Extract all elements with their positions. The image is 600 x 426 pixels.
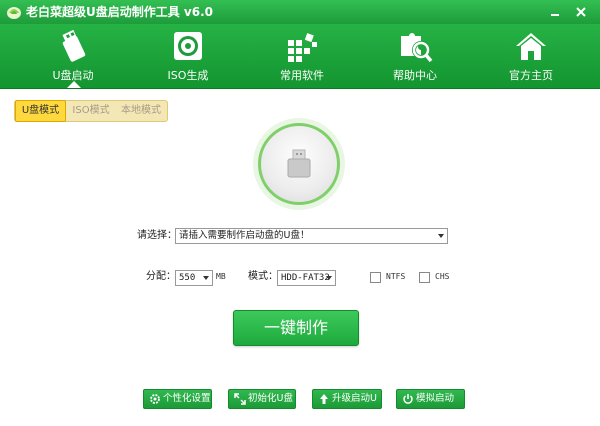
footer-button-label: 模拟启动 <box>416 393 455 404</box>
mode-label: 模式： <box>248 271 278 282</box>
upgrade-arrow-icon <box>318 393 330 405</box>
device-select[interactable]: 请插入需要制作启动盘的U盘！ <box>175 228 448 244</box>
active-pointer <box>67 81 81 88</box>
partition-size-select[interactable]: 550 <box>175 270 213 286</box>
cabbage-logo-icon <box>6 4 22 20</box>
simulate-boot-button[interactable]: 模拟启动 <box>396 389 465 409</box>
main-nav: U盘启动 ISO生成 常用软件 帮助中心 官方主页 <box>0 24 600 89</box>
power-icon <box>402 393 414 405</box>
boot-mode-select[interactable]: HDD-FAT32 <box>277 270 336 286</box>
nav-label: 常用软件 <box>280 69 324 82</box>
usb-status-disc <box>258 123 340 205</box>
chevron-down-icon <box>203 276 209 280</box>
gear-icon <box>149 393 161 405</box>
expand-arrows-icon <box>234 393 246 405</box>
close-button[interactable] <box>572 4 590 20</box>
nav-label: ISO生成 <box>167 69 209 82</box>
nav-help-center[interactable]: 帮助中心 <box>370 24 460 88</box>
nav-usb-boot[interactable]: U盘启动 <box>28 24 118 88</box>
chs-checkbox[interactable] <box>419 272 430 283</box>
one-click-make-button[interactable]: 一键制作 <box>233 310 359 346</box>
tab-iso-mode[interactable]: ISO模式 <box>67 101 115 121</box>
puzzle-search-icon <box>397 28 433 64</box>
apps-grid-icon <box>284 28 320 64</box>
partition-label: 分配： <box>146 271 176 282</box>
footer-button-label: 初始化U盘 <box>248 393 293 404</box>
footer-button-label: 个性化设置 <box>163 393 211 404</box>
ntfs-checkbox-label: NTFS <box>386 272 406 281</box>
tab-usb-mode[interactable]: U盘模式 <box>15 100 66 122</box>
minimize-button[interactable] <box>546 4 564 20</box>
disc-icon <box>170 28 206 64</box>
chevron-down-icon <box>326 276 332 280</box>
window-title: 老白菜超级U盘启动制作工具 v6.0 <box>26 5 214 19</box>
title-bar: 老白菜超级U盘启动制作工具 v6.0 <box>0 0 600 24</box>
nav-label: 官方主页 <box>509 69 553 82</box>
nav-official-home[interactable]: 官方主页 <box>486 24 576 88</box>
nav-label: 帮助中心 <box>393 69 437 82</box>
device-select-label: 请选择： <box>137 230 177 241</box>
usb-drive-icon <box>55 28 91 64</box>
app-window: 老白菜超级U盘启动制作工具 v6.0 U盘启动 ISO生成 常用软件 帮助中心 … <box>0 0 600 424</box>
nav-common-software[interactable]: 常用软件 <box>257 24 347 88</box>
chevron-down-icon <box>438 234 444 238</box>
ntfs-checkbox[interactable] <box>370 272 381 283</box>
boot-mode-value: HDD-FAT32 <box>281 273 330 283</box>
upgrade-boot-usb-button[interactable]: 升级启动U盘 <box>312 389 382 422</box>
mode-tabs: U盘模式 ISO模式 本地模式 <box>14 100 168 122</box>
partition-unit: MB <box>216 272 226 281</box>
tab-local-mode[interactable]: 本地模式 <box>116 101 166 121</box>
partition-size-value: 550 <box>179 273 196 283</box>
nav-iso-generate[interactable]: ISO生成 <box>143 24 233 88</box>
personalize-settings-button[interactable]: 个性化设置 <box>143 389 212 409</box>
usb-stick-icon <box>283 148 315 180</box>
chs-checkbox-label: CHS <box>435 272 450 281</box>
device-select-value: 请插入需要制作启动盘的U盘！ <box>179 230 310 241</box>
init-usb-button[interactable]: 初始化U盘 <box>228 389 296 409</box>
footer-button-label: 升级启动U盘 <box>332 393 377 422</box>
home-icon <box>513 28 549 64</box>
